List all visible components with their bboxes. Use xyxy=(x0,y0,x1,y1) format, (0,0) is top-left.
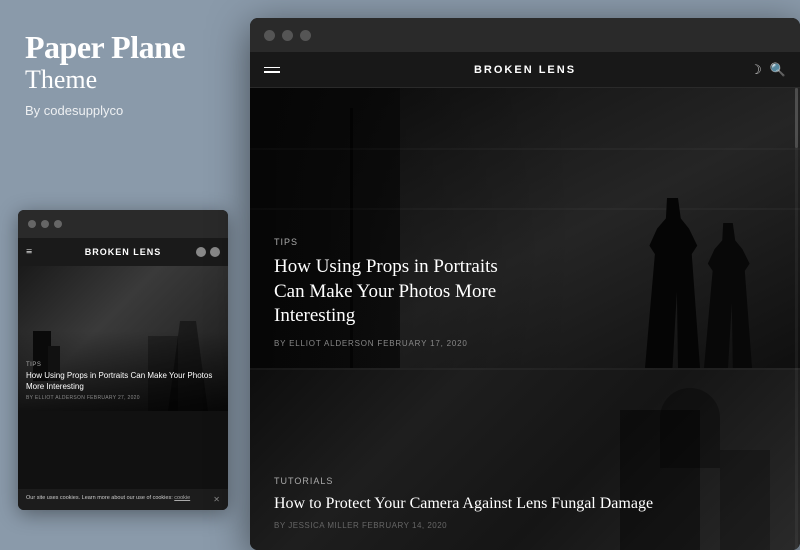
hero-article-title[interactable]: How Using Props in Portraits Can Make Yo… xyxy=(274,255,529,329)
second-article-tag: TUTORIALS xyxy=(274,476,780,486)
main-hamburger-icon[interactable] xyxy=(264,67,280,73)
scrollbar-thumb[interactable] xyxy=(795,88,798,148)
mini-hero: TIPS How Using Props in Portraits Can Ma… xyxy=(18,266,228,411)
mini-dot-1 xyxy=(28,220,36,228)
main-hero-section: TIPS How Using Props in Portraits Can Ma… xyxy=(250,88,800,368)
hero-content: TIPS How Using Props in Portraits Can Ma… xyxy=(250,217,553,368)
mini-hero-content: TIPS How Using Props in Portraits Can Ma… xyxy=(26,362,220,401)
main-browser: BROKEN LENS ☽ 🔍 TIPS How Using Props in … xyxy=(250,18,800,550)
main-browser-bar xyxy=(250,18,800,52)
main-dot-2 xyxy=(282,30,293,41)
scrollbar[interactable] xyxy=(795,88,798,550)
second-article-title[interactable]: How to Protect Your Camera Against Lens … xyxy=(274,494,780,515)
mini-article-title: How Using Props in Portraits Can Make Yo… xyxy=(26,371,220,392)
hero-article-tag: TIPS xyxy=(274,237,529,247)
main-nav-bar: BROKEN LENS ☽ 🔍 xyxy=(250,52,800,88)
mini-menu-icon: ≡ xyxy=(26,246,32,258)
mini-dot-3 xyxy=(54,220,62,228)
mini-site-title: BROKEN LENS xyxy=(85,247,162,257)
second-article-content: TUTORIALS How to Protect Your Camera Aga… xyxy=(274,476,780,530)
main-search-icon[interactable]: 🔍 xyxy=(770,62,786,78)
main-moon-icon[interactable]: ☽ xyxy=(750,62,762,78)
hero-article-meta: BY ELLIOT ALDERSON FEBRUARY 17, 2020 xyxy=(274,339,529,348)
main-dot-1 xyxy=(264,30,275,41)
mini-article-tag: TIPS xyxy=(26,362,220,368)
second-article-section: TUTORIALS How to Protect Your Camera Aga… xyxy=(250,368,800,550)
mini-cookie-link[interactable]: cookie xyxy=(174,495,190,501)
second-article-meta: BY JESSICA MILLER FEBRUARY 14, 2020 xyxy=(274,521,780,530)
mini-moon-icon xyxy=(196,247,206,257)
theme-title-line1: Paper Plane xyxy=(25,30,220,65)
main-dot-3 xyxy=(300,30,311,41)
main-site-title: BROKEN LENS xyxy=(474,64,576,76)
main-nav-icons: ☽ 🔍 xyxy=(750,62,786,78)
mini-cookie-banner: Our site uses cookies. Learn more about … xyxy=(18,489,228,510)
mini-nav-icons xyxy=(196,247,220,257)
mini-browser-bar xyxy=(18,210,228,238)
mini-search-icon xyxy=(210,247,220,257)
mini-nav-bar: ≡ BROKEN LENS xyxy=(18,238,228,266)
theme-author: By codesupplyco xyxy=(25,103,220,118)
mini-browser-preview: ≡ BROKEN LENS TIPS How Using Props in Po… xyxy=(18,210,228,510)
mini-cookie-close-icon[interactable]: ✕ xyxy=(213,495,220,504)
mini-cookie-text: Our site uses cookies. Learn more about … xyxy=(26,495,190,503)
mini-dot-2 xyxy=(41,220,49,228)
theme-title-line2: Theme xyxy=(25,65,220,95)
second-article-bg: TUTORIALS How to Protect Your Camera Aga… xyxy=(250,368,800,550)
mini-article-meta: BY ELLIOT ALDERSON FEBRUARY 27, 2020 xyxy=(26,395,220,401)
